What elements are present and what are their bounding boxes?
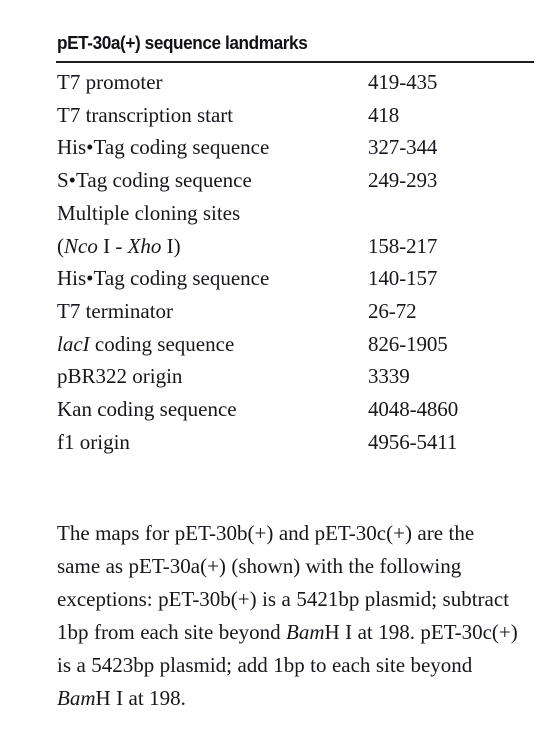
enzyme-nco-italic: Nco [64,233,98,258]
title-underline-rule [56,61,534,63]
enzyme-bamh-italic-2: Bam [57,686,96,710]
enzyme-bamh-roman-2: H I [95,686,124,710]
sequence-landmarks-table: T7 promoter 419-435 T7 transcription sta… [57,66,535,458]
table-row: T7 terminator 26-72 [57,295,535,328]
landmark-position: 419-435 [368,70,438,94]
table-row: Kan coding sequence 4048-4860 [57,393,535,426]
landmark-position [368,197,535,230]
note-segment-3: at 198. [123,686,186,710]
enzyme-xho-roman: I [161,233,174,258]
landmark-position: 249-293 [368,168,438,193]
landmark-position: 3339 [368,364,410,389]
table-row: (Nco I - Xho I) 158-217 [57,230,535,263]
paren-open: ( [57,233,64,258]
landmark-name: f1 origin [57,429,130,454]
landmark-name: His•Tag coding sequence [57,266,270,291]
table-row: T7 promoter 419-435 [57,66,535,99]
landmark-position: 4956-5411 [368,429,458,454]
landmark-name: Multiple cloning sites [57,200,241,225]
table-row: Multiple cloning sites [57,197,535,230]
landmark-name: T7 promoter [57,70,163,94]
landmark-name-laci: lacI coding sequence [57,328,368,361]
landmark-position: 826-1905 [368,331,448,356]
landmark-position: 140-157 [368,266,438,291]
landmark-name: S•Tag coding sequence [57,168,252,193]
table-row: His•Tag coding sequence 327-344 [57,131,535,164]
enzyme-xho-italic: Xho [127,233,162,258]
table-row: S•Tag coding sequence 249-293 [57,164,535,197]
landmark-name: pBR322 origin [57,364,183,389]
page-title: pET-30a(+) sequence landmarks [57,32,308,53]
enzyme-separator: - [110,233,128,258]
table-row: His•Tag coding sequence 140-157 [57,262,535,295]
paren-close: ) [173,233,181,258]
variant-note-paragraph: The maps for pET-30b(+) and pET-30c(+) a… [57,517,519,715]
enzyme-bamh-italic-1: Bam [286,620,325,644]
enzyme-nco-roman: I [97,233,111,258]
landmark-position: 418 [368,102,400,127]
table-row: lacI coding sequence 826-1905 [57,328,535,361]
landmark-name-mcs-enzymes: (Nco I - Xho I) [57,230,368,263]
landmark-name: Kan coding sequence [57,397,237,422]
landmark-name: His•Tag coding sequence [57,135,270,160]
table-row: pBR322 origin 3339 [57,360,535,393]
landmark-name: T7 transcription start [57,102,234,127]
sequence-landmarks-page: pET-30a(+) sequence landmarks T7 promote… [0,0,555,739]
landmark-position: 158-217 [368,233,438,258]
table-row: f1 origin 4956-5411 [57,426,535,459]
enzyme-bamh-roman-1: H I [324,620,353,644]
landmark-position: 4048-4860 [368,397,459,422]
gene-laci-italic: lacI [57,331,90,356]
landmark-position: 26-72 [368,298,417,323]
landmark-name: T7 terminator [57,298,174,323]
table-row: T7 transcription start 418 [57,99,535,132]
laci-label-rest: coding sequence [89,331,235,356]
landmark-position: 327-344 [368,135,438,160]
